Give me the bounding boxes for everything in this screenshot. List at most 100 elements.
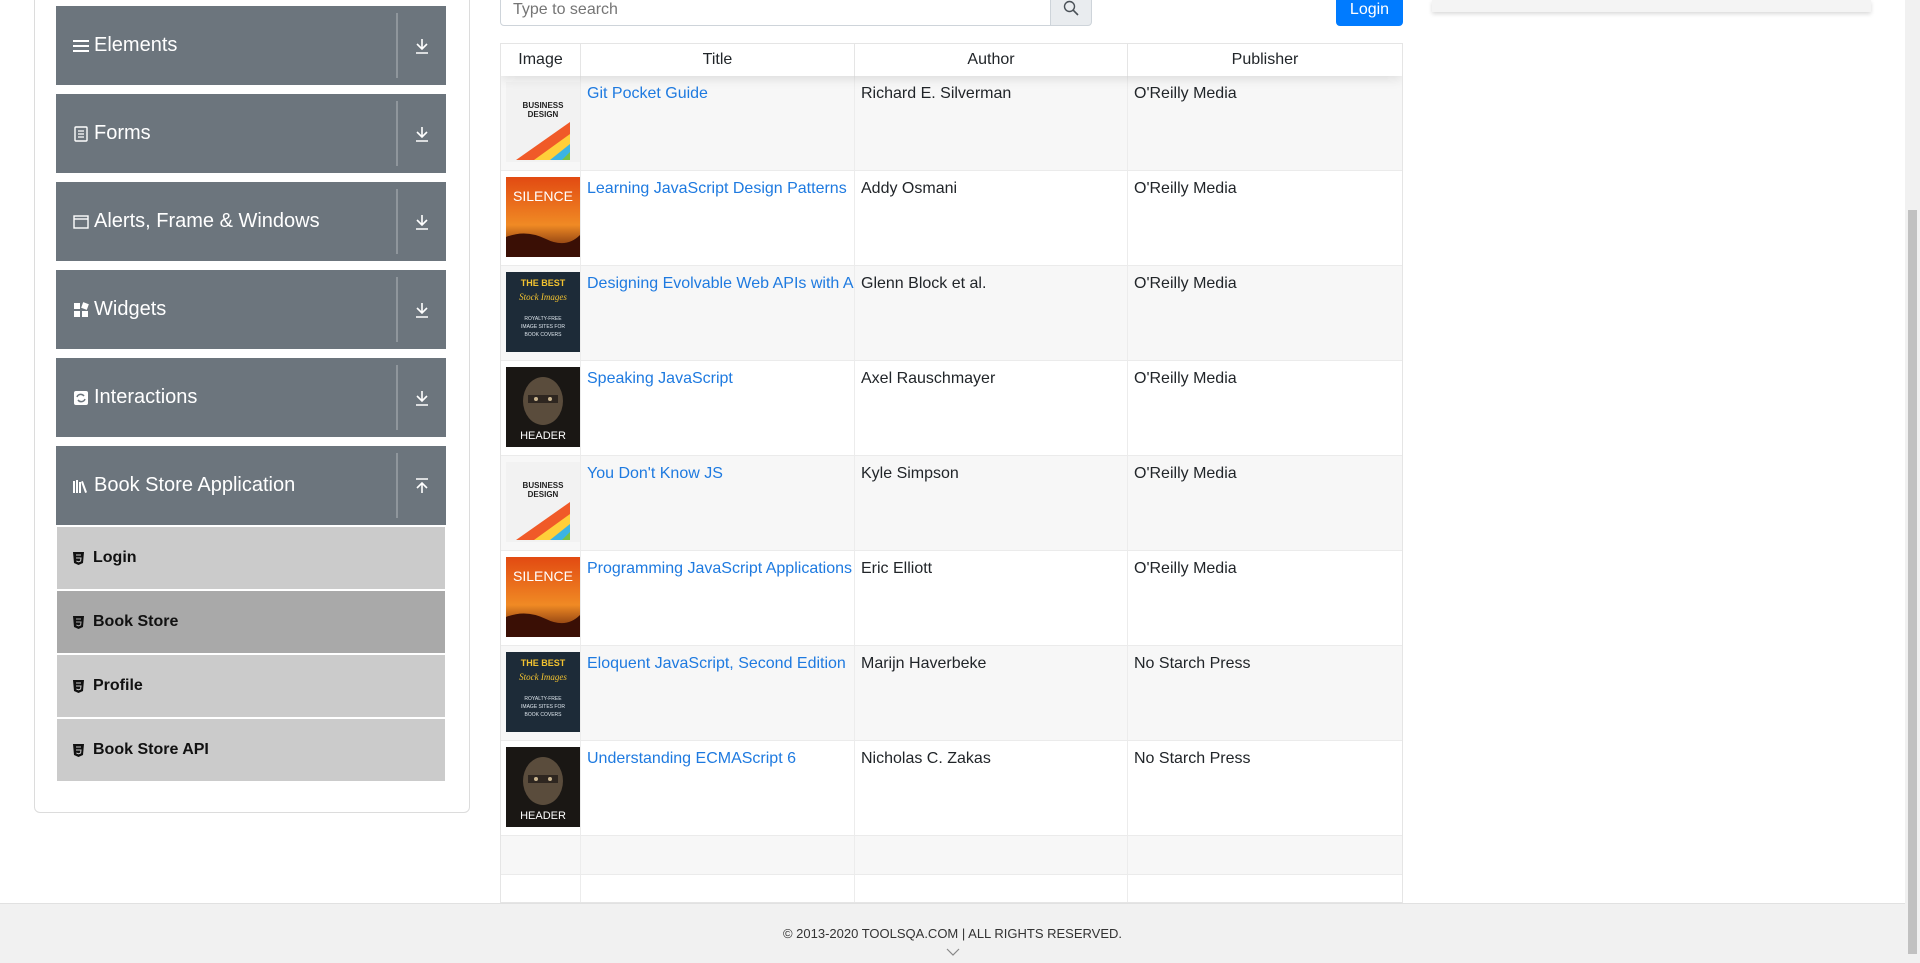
empty-cell xyxy=(581,875,855,902)
footer-copyright: © 2013-2020 TOOLSQA.COM | ALL RIGHTS RES… xyxy=(782,926,1123,941)
svg-text:SILENCE: SILENCE xyxy=(513,188,573,204)
group-widgets[interactable]: Widgets xyxy=(56,270,446,349)
upload-arrow-icon[interactable] xyxy=(398,446,446,525)
search-input[interactable] xyxy=(500,0,1051,26)
author-cell: Eric Elliott xyxy=(855,551,1128,645)
empty-cell xyxy=(1128,836,1402,874)
book-title-link[interactable]: Understanding ECMAScript 6 xyxy=(587,750,796,767)
publisher-cell: O'Reilly Media xyxy=(1134,560,1237,577)
ad-banner xyxy=(1432,0,1871,12)
publisher-cell: O'Reilly Media xyxy=(1134,465,1237,482)
title-cell: Speaking JavaScript xyxy=(581,361,855,455)
svg-text:BOOK COVERS: BOOK COVERS xyxy=(525,712,563,718)
window-icon xyxy=(72,213,90,231)
image-cell: THE BEST Stock Images ROYALTY-FREE IMAGE… xyxy=(501,646,581,740)
group-label: Widgets xyxy=(94,298,167,320)
group-elements[interactable]: Elements xyxy=(56,6,446,85)
book-title-link[interactable]: Designing Evolvable Web APIs with ASP.NE… xyxy=(587,275,854,292)
author-cell: Axel Rauschmayer xyxy=(855,361,1128,455)
chevron-down-icon[interactable] xyxy=(946,943,960,961)
sidebar-item-login[interactable]: Login xyxy=(57,527,445,589)
publisher-cell: No Starch Press xyxy=(1134,750,1251,767)
author-cell: Addy Osmani xyxy=(855,171,1128,265)
title-cell: Git Pocket Guide xyxy=(581,76,855,170)
title-cell: Eloquent JavaScript, Second Edition xyxy=(581,646,855,740)
image-cell: THE BEST Stock Images ROYALTY-FREE IMAGE… xyxy=(501,266,581,360)
books-table: Image Title Author Publisher BUSINESS DE… xyxy=(500,43,1403,903)
author-cell: Glenn Block et al. xyxy=(855,266,1128,360)
svg-text:THE BEST: THE BEST xyxy=(521,278,566,288)
empty-cell xyxy=(501,836,581,874)
svg-text:DESIGN: DESIGN xyxy=(528,490,559,499)
svg-text:SILENCE: SILENCE xyxy=(513,568,573,584)
group-label: Elements xyxy=(94,34,178,56)
table-row: SILENCE Learning JavaScript Design Patte… xyxy=(501,171,1402,266)
svg-text:BUSINESS: BUSINESS xyxy=(523,481,565,490)
sidebar-item-book-store[interactable]: Book Store xyxy=(57,591,445,653)
sidebar-item-label: Book Store xyxy=(93,613,179,630)
sidebar-item-profile[interactable]: Profile xyxy=(57,655,445,717)
download-arrow-icon[interactable] xyxy=(398,270,446,349)
table-row: HEADER Speaking JavaScript Axel Rauschma… xyxy=(501,361,1402,456)
footer: © 2013-2020 TOOLSQA.COM | ALL RIGHTS RES… xyxy=(0,903,1905,963)
image-cell: SILENCE xyxy=(501,551,581,645)
html5-icon xyxy=(72,743,84,757)
book-title-link[interactable]: Git Pocket Guide xyxy=(587,85,708,102)
widgets-icon xyxy=(72,301,90,319)
search-button[interactable] xyxy=(1050,0,1092,26)
table-row: BUSINESS DESIGN Git Pocket Guide Richard… xyxy=(501,76,1402,171)
html5-icon xyxy=(72,551,84,565)
svg-text:BOOK COVERS: BOOK COVERS xyxy=(525,332,563,338)
scrollbar-thumb[interactable] xyxy=(1908,210,1917,954)
svg-text:Stock Images: Stock Images xyxy=(519,672,567,682)
header-title[interactable]: Title xyxy=(581,44,855,76)
table-row: THE BEST Stock Images ROYALTY-FREE IMAGE… xyxy=(501,646,1402,741)
download-arrow-icon[interactable] xyxy=(398,94,446,173)
publisher-cell: O'Reilly Media xyxy=(1134,275,1237,292)
empty-row xyxy=(501,875,1402,902)
html5-icon xyxy=(72,615,84,629)
login-button[interactable]: Login xyxy=(1336,0,1403,26)
book-title-link[interactable]: Learning JavaScript Design Patterns xyxy=(587,180,847,197)
business-design-cover: BUSINESS DESIGN xyxy=(506,462,580,542)
empty-cell xyxy=(855,836,1128,874)
publisher-cell: O'Reilly Media xyxy=(1134,85,1237,102)
group-label: Interactions xyxy=(94,386,198,408)
book-title-link[interactable]: You Don't Know JS xyxy=(587,465,723,482)
download-arrow-icon[interactable] xyxy=(398,358,446,437)
title-cell: Programming JavaScript Applications xyxy=(581,551,855,645)
publisher-cell: No Starch Press xyxy=(1134,655,1251,672)
group-label: Alerts, Frame & Windows xyxy=(94,210,320,232)
download-arrow-icon[interactable] xyxy=(398,6,446,85)
svg-text:THE BEST: THE BEST xyxy=(521,658,566,668)
group-forms[interactable]: Forms xyxy=(56,94,446,173)
group-book-store-application[interactable]: Book Store Application xyxy=(56,446,446,525)
title-cell: You Don't Know JS xyxy=(581,456,855,550)
sidebar-item-label: Profile xyxy=(93,677,143,694)
image-cell: BUSINESS DESIGN xyxy=(501,76,581,170)
svg-text:HEADER: HEADER xyxy=(520,810,566,822)
publisher-cell: O'Reilly Media xyxy=(1134,180,1237,197)
image-cell: SILENCE xyxy=(501,171,581,265)
title-cell: Understanding ECMAScript 6 xyxy=(581,741,855,835)
header-image[interactable]: Image xyxy=(501,44,581,76)
table-row: SILENCE Programming JavaScript Applicati… xyxy=(501,551,1402,646)
table-row: THE BEST Stock Images ROYALTY-FREE IMAGE… xyxy=(501,266,1402,361)
sidebar-item-label: Book Store API xyxy=(93,741,209,758)
header-author[interactable]: Author xyxy=(855,44,1128,76)
book-title-link[interactable]: Programming JavaScript Applications xyxy=(587,560,852,577)
download-arrow-icon[interactable] xyxy=(398,182,446,261)
svg-text:BUSINESS: BUSINESS xyxy=(523,101,565,110)
sidebar-item-book-store-api[interactable]: Book Store API xyxy=(57,719,445,781)
form-icon xyxy=(72,125,90,143)
search-icon xyxy=(1063,0,1079,21)
author-cell: Richard E. Silverman xyxy=(855,76,1128,170)
title-cell: Learning JavaScript Design Patterns xyxy=(581,171,855,265)
header-publisher[interactable]: Publisher xyxy=(1128,44,1402,76)
author-cell: Nicholas C. Zakas xyxy=(855,741,1128,835)
empty-cell xyxy=(501,875,581,902)
group-alerts[interactable]: Alerts, Frame & Windows xyxy=(56,182,446,261)
book-title-link[interactable]: Speaking JavaScript xyxy=(587,370,733,387)
book-title-link[interactable]: Eloquent JavaScript, Second Edition xyxy=(587,655,846,672)
group-interactions[interactable]: Interactions xyxy=(56,358,446,437)
